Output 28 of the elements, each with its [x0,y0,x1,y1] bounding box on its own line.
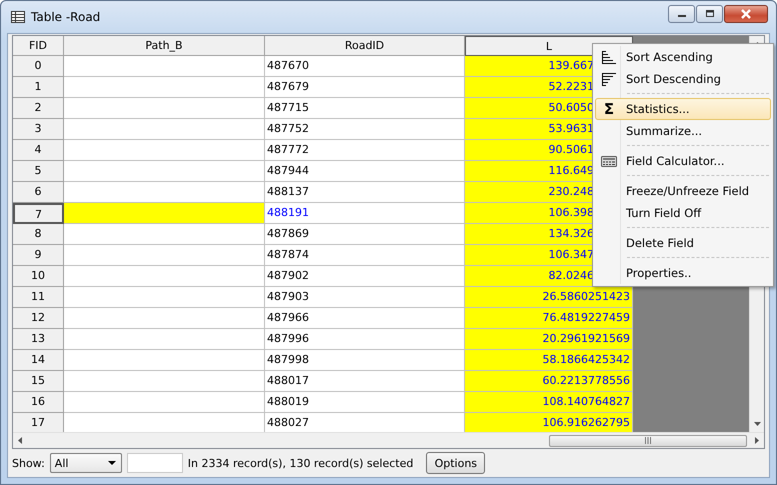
table-cell: 487869 [265,224,465,245]
table-cell: 487944 [265,161,465,182]
table-cell: 487772 [265,140,465,161]
table-cell: 20.2961921569 [465,329,633,350]
table-cell: 60.2213778556 [465,371,633,392]
table-cell: 487752 [265,119,465,140]
table-cell: 488017 [265,371,465,392]
table-cell: 58.1866425342 [465,350,633,371]
sigma-icon: Σ [604,102,614,116]
table-cell: 106.916262795 [465,413,633,432]
table-cell: 488137 [265,182,465,203]
table-cell: 487902 [265,266,465,287]
table-cell: 487966 [265,308,465,329]
table-cell: 487903 [265,287,465,308]
table-cell: 487715 [265,98,465,119]
table-cell: 76.4819227459 [465,308,633,329]
table-cell: 487998 [265,350,465,371]
table-cell: 488191 [265,203,465,224]
record-count-text: In 2334 record(s), 130 record(s) selected [188,456,414,470]
table-cell: 108.140764827 [465,392,633,413]
table-cell: 487670 [265,56,465,77]
show-label: Show: [12,456,45,470]
table-cell: 487874 [265,245,465,266]
table-cell: 26.5860251423 [465,287,633,308]
table-cell: 487679 [265,77,465,98]
table-cell: 488019 [265,392,465,413]
window-title: Table -Road [31,10,100,24]
table-cell: 487996 [265,329,465,350]
